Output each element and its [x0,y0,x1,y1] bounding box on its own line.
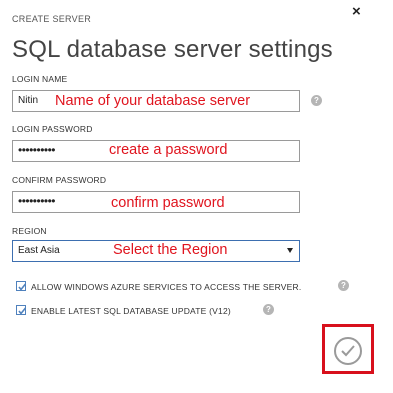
allow-azure-checkbox[interactable] [16,281,27,291]
login-name-annotation: Name of your database server [55,93,251,109]
confirm-password-input[interactable]: •••••••••• confirm password [12,191,300,213]
region-label: REGION [12,226,47,236]
checkmark-icon [18,283,27,291]
confirm-button[interactable] [334,337,362,365]
enable-update-label: ENABLE LATEST SQL DATABASE UPDATE (V12) [31,306,231,316]
login-password-input[interactable]: •••••••••• create a password [12,140,300,162]
help-icon[interactable]: ? [338,280,349,291]
check-icon [341,345,355,357]
help-icon[interactable]: ? [263,304,274,315]
page-title: SQL database server settings [12,36,333,63]
login-name-value: Nitin [18,95,39,106]
close-icon[interactable]: × [352,3,361,20]
checkmark-icon [18,307,27,315]
login-password-label: LOGIN PASSWORD [12,124,93,134]
allow-azure-label: ALLOW WINDOWS AZURE SERVICES TO ACCESS T… [31,282,302,292]
login-name-label: LOGIN NAME [12,74,68,84]
region-value: East Asia [18,245,60,256]
chevron-down-icon [287,248,293,253]
confirm-password-label: CONFIRM PASSWORD [12,175,107,185]
dialog-label: CREATE SERVER [12,14,92,24]
help-icon[interactable]: ? [311,95,322,106]
enable-update-checkbox[interactable] [16,305,27,315]
confirm-password-annotation: confirm password [111,195,225,211]
login-password-annotation: create a password [109,142,228,158]
login-password-value: •••••••••• [18,143,56,157]
region-select[interactable]: East Asia Select the Region [12,240,300,262]
login-name-input[interactable]: Nitin Name of your database server [12,90,300,112]
region-annotation: Select the Region [113,242,228,258]
confirm-password-value: •••••••••• [18,194,56,208]
